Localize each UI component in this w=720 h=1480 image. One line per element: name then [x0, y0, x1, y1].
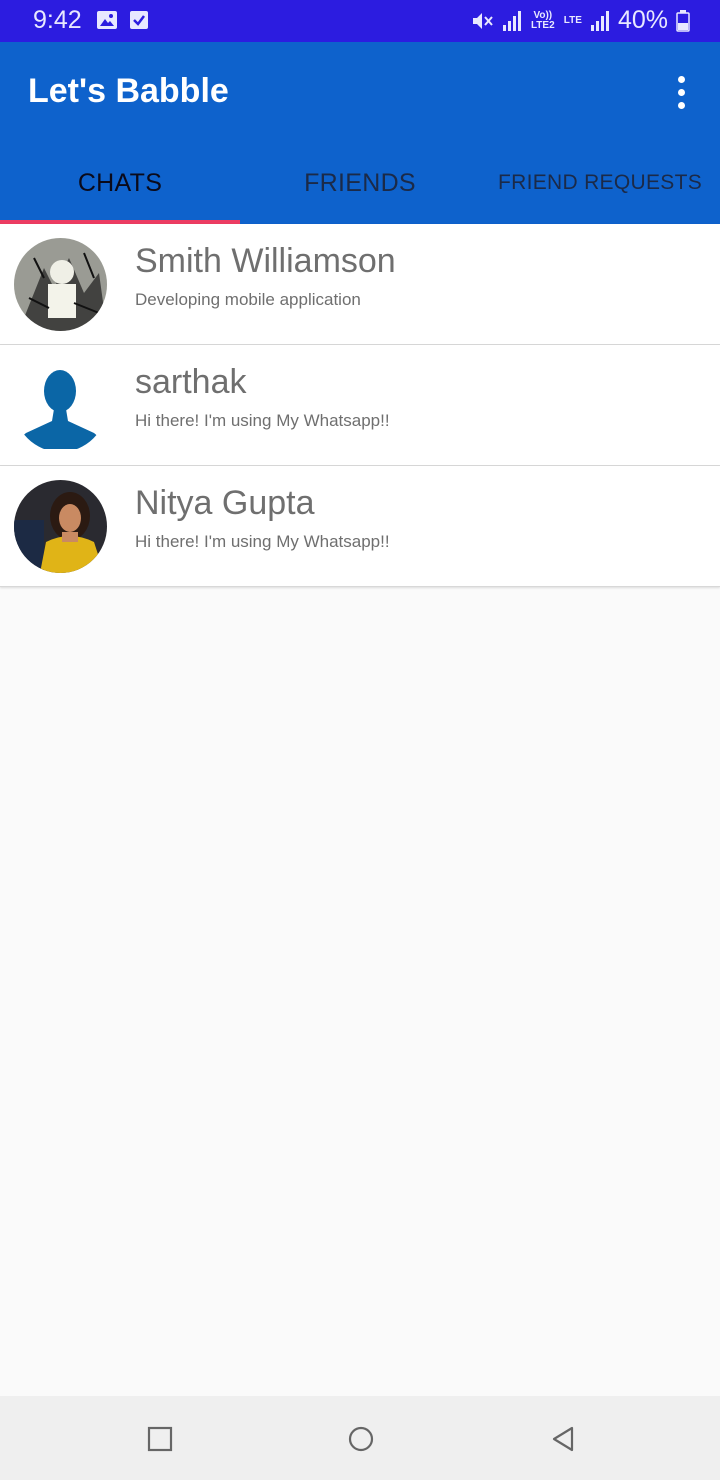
lte-label: LTE [563, 14, 582, 26]
tab-chats-label: CHATS [77, 168, 163, 197]
status-bar: 9:42 Vo)) LTE2 LTE 40% [0, 0, 720, 42]
app-title: Let's Babble [28, 72, 229, 110]
chat-name: sarthak [135, 363, 247, 401]
chat-status: Hi there! I'm using My Whatsapp!! [135, 532, 390, 551]
tab-chats[interactable]: CHATS [0, 142, 240, 224]
tab-friend-requests[interactable]: FRIEND REQUESTS [480, 142, 720, 224]
sketch-photo-avatar[interactable] [14, 238, 107, 331]
tab-friends-label: FRIENDS [304, 168, 416, 197]
signal-icon-2 [590, 10, 609, 31]
tab-bar: CHATS FRIENDS FRIEND REQUESTS [0, 142, 720, 224]
chat-name: Smith Williamson [135, 242, 396, 280]
battery-percent: 40% [617, 6, 668, 34]
app-bar: Let's Babble CHATS FRIENDS FRIEND REQUES… [0, 42, 720, 224]
recents-square-icon[interactable] [145, 1424, 175, 1454]
status-left-icons [96, 9, 150, 31]
default-person-avatar[interactable] [14, 359, 107, 452]
chat-list-item[interactable]: sarthak Hi there! I'm using My Whatsapp!… [0, 345, 720, 466]
chat-list: Smith Williamson Developing mobile appli… [0, 224, 720, 587]
chat-status: Hi there! I'm using My Whatsapp!! [135, 411, 390, 430]
tab-friends[interactable]: FRIENDS [240, 142, 480, 224]
yellow-shirt-photo-avatar[interactable] [14, 480, 107, 573]
checkbox-icon [130, 11, 148, 29]
back-triangle-icon[interactable] [548, 1424, 578, 1454]
status-time: 9:42 [33, 6, 82, 34]
volte-label: Vo)) LTE2 [530, 9, 555, 31]
chat-status: Developing mobile application [135, 290, 361, 309]
tab-friend-requests-label: FRIEND REQUESTS [497, 171, 703, 194]
battery-icon [676, 9, 690, 32]
more-options-icon[interactable] [664, 72, 698, 112]
system-nav-bar [0, 1396, 720, 1480]
chat-list-item[interactable]: Nitya Gupta Hi there! I'm using My Whats… [0, 466, 720, 587]
chat-list-item[interactable]: Smith Williamson Developing mobile appli… [0, 224, 720, 345]
signal-icon [502, 10, 521, 31]
mute-icon [472, 12, 493, 29]
status-right-icons: Vo)) LTE2 LTE 40% [470, 6, 690, 35]
gallery-icon [97, 11, 117, 29]
home-circle-icon[interactable] [346, 1424, 376, 1454]
chat-name: Nitya Gupta [135, 484, 315, 522]
